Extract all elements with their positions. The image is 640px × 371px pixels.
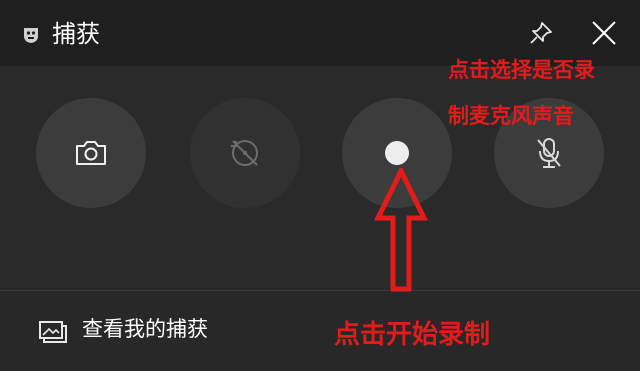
view-my-captures-link[interactable]: 查看我的捕获 (82, 314, 208, 344)
close-icon[interactable] (590, 19, 618, 47)
screenshot-button[interactable] (36, 98, 146, 208)
record-dot-icon (385, 141, 409, 165)
capture-app-icon (24, 28, 38, 43)
annotation-start-recording: 点击开始录制 (334, 320, 491, 350)
window-title: 捕获 (52, 20, 100, 48)
record-last-30s-button[interactable] (190, 98, 300, 208)
microphone-off-icon (537, 138, 561, 168)
annotation-mic-line2: 制麦克风声音 (448, 104, 574, 128)
annotation-mic-line1: 点击选择是否录 (448, 58, 595, 82)
record-last-30s-icon (231, 140, 258, 166)
pin-icon[interactable] (528, 20, 554, 46)
camera-icon (76, 141, 106, 165)
gallery-icon[interactable] (38, 318, 68, 344)
annotation-arrow-up (374, 168, 428, 292)
